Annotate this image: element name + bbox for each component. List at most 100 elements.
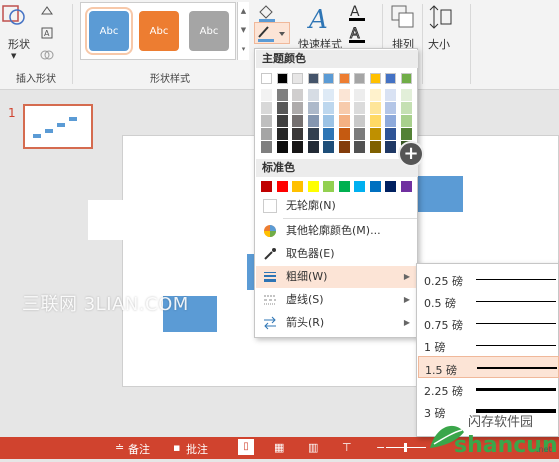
theme-shade-swatch[interactable] xyxy=(292,89,303,101)
shape-style-tile[interactable]: Abc xyxy=(139,11,179,51)
theme-color-swatch[interactable] xyxy=(338,73,350,84)
text-box-icon[interactable]: A xyxy=(40,26,54,40)
weight-option[interactable]: 1 磅 xyxy=(418,334,559,356)
slide-sorter-icon[interactable]: ▦ xyxy=(274,441,284,454)
theme-shade-swatch[interactable] xyxy=(261,89,272,101)
theme-shade-swatch[interactable] xyxy=(307,141,319,153)
theme-shade-swatch[interactable] xyxy=(292,115,303,127)
theme-shade-swatch[interactable] xyxy=(307,89,319,101)
theme-shade-swatch[interactable] xyxy=(369,128,381,140)
theme-shade-swatch[interactable] xyxy=(400,102,412,114)
comments-icon[interactable]: ▪ xyxy=(173,441,180,454)
theme-shade-swatch[interactable] xyxy=(338,128,350,140)
text-outline-icon[interactable]: A xyxy=(346,24,368,44)
theme-shade-swatch[interactable] xyxy=(338,115,350,127)
theme-color-swatch[interactable] xyxy=(385,73,396,84)
theme-shade-swatch[interactable] xyxy=(354,102,365,114)
gallery-scroll[interactable]: ▲ ▼ ▾ xyxy=(237,2,249,60)
weight-option[interactable]: 0.75 磅 xyxy=(418,312,559,334)
weight-option[interactable]: 1.5 磅 xyxy=(418,356,559,378)
theme-shade-swatch[interactable] xyxy=(385,115,396,127)
normal-view-icon[interactable]: ▯ xyxy=(238,439,254,455)
theme-shade-swatch[interactable] xyxy=(400,89,412,101)
standard-color-swatch[interactable] xyxy=(261,181,272,192)
reading-view-icon[interactable]: ▥ xyxy=(308,441,318,454)
standard-color-swatch[interactable] xyxy=(276,181,288,192)
theme-shade-swatch[interactable] xyxy=(292,141,303,153)
wordart-icon[interactable]: A xyxy=(305,2,337,35)
theme-color-swatch[interactable] xyxy=(307,73,319,84)
standard-color-swatch[interactable] xyxy=(385,181,396,192)
zoom-out-icon[interactable]: − xyxy=(376,441,385,454)
dashes-item[interactable]: 虚线(S) ▶ xyxy=(256,289,418,311)
standard-color-swatch[interactable] xyxy=(369,181,381,192)
theme-shade-swatch[interactable] xyxy=(385,141,396,153)
more-outline-colors-item[interactable]: 其他轮廓颜色(M)... xyxy=(256,220,418,242)
theme-shade-swatch[interactable] xyxy=(276,141,288,153)
size-icon[interactable] xyxy=(428,4,454,30)
theme-shade-swatch[interactable] xyxy=(276,102,288,114)
theme-shade-swatch[interactable] xyxy=(276,89,288,101)
notes-button[interactable]: 备注 xyxy=(128,441,150,457)
theme-color-swatch[interactable] xyxy=(292,73,303,84)
theme-shade-swatch[interactable] xyxy=(400,115,412,127)
theme-shade-swatch[interactable] xyxy=(338,102,350,114)
theme-shade-swatch[interactable] xyxy=(354,89,365,101)
theme-shade-swatch[interactable] xyxy=(385,102,396,114)
theme-shade-swatch[interactable] xyxy=(307,102,319,114)
eyedropper-item[interactable]: 取色器(E) xyxy=(256,243,418,265)
theme-shade-swatch[interactable] xyxy=(261,115,272,127)
standard-color-swatch[interactable] xyxy=(400,181,412,192)
weight-item[interactable]: 粗细(W) ▶ xyxy=(256,266,418,288)
no-outline-item[interactable]: 无轮廓(N) xyxy=(256,195,418,217)
theme-shade-swatch[interactable] xyxy=(400,128,412,140)
theme-shade-swatch[interactable] xyxy=(338,141,350,153)
theme-shade-swatch[interactable] xyxy=(369,141,381,153)
theme-shade-swatch[interactable] xyxy=(261,102,272,114)
slide-thumbnail[interactable] xyxy=(23,104,93,149)
theme-color-swatch[interactable] xyxy=(354,73,365,84)
theme-shade-swatch[interactable] xyxy=(369,89,381,101)
theme-color-swatch[interactable] xyxy=(261,73,272,84)
arrows-item[interactable]: 箭头(R) ▶ xyxy=(256,312,418,334)
merge-shapes-icon[interactable] xyxy=(40,48,54,62)
standard-color-swatch[interactable] xyxy=(323,181,334,192)
theme-shade-swatch[interactable] xyxy=(323,102,334,114)
theme-shade-swatch[interactable] xyxy=(307,115,319,127)
weight-option[interactable]: 2.25 磅 xyxy=(418,378,559,400)
theme-shade-swatch[interactable] xyxy=(323,141,334,153)
arrange-icon[interactable] xyxy=(390,4,416,30)
zoom-thumb[interactable] xyxy=(404,443,407,452)
shape-style-tile[interactable]: Abc xyxy=(189,11,229,51)
standard-color-swatch[interactable] xyxy=(354,181,365,192)
theme-shade-swatch[interactable] xyxy=(385,128,396,140)
theme-shade-swatch[interactable] xyxy=(261,128,272,140)
theme-shade-swatch[interactable] xyxy=(323,115,334,127)
weight-option[interactable]: 0.25 磅 xyxy=(418,268,559,290)
blue-rectangle[interactable] xyxy=(418,176,463,212)
theme-shade-swatch[interactable] xyxy=(292,128,303,140)
theme-color-swatch[interactable] xyxy=(276,73,288,84)
theme-shade-swatch[interactable] xyxy=(338,89,350,101)
standard-color-swatch[interactable] xyxy=(292,181,303,192)
theme-color-swatch[interactable] xyxy=(369,73,381,84)
theme-shade-swatch[interactable] xyxy=(354,128,365,140)
theme-shade-swatch[interactable] xyxy=(354,141,365,153)
size-button[interactable]: 大小 xyxy=(428,36,450,52)
theme-shade-swatch[interactable] xyxy=(323,128,334,140)
theme-color-swatch[interactable] xyxy=(323,73,334,84)
shapes-button[interactable]: 形状 xyxy=(8,36,30,52)
theme-shade-swatch[interactable] xyxy=(354,115,365,127)
weight-option[interactable]: 0.5 磅 xyxy=(418,290,559,312)
standard-color-swatch[interactable] xyxy=(338,181,350,192)
shapes-dropdown-arrow[interactable]: ▼ xyxy=(11,52,16,60)
theme-shade-swatch[interactable] xyxy=(307,128,319,140)
theme-shade-swatch[interactable] xyxy=(323,89,334,101)
standard-color-swatch[interactable] xyxy=(307,181,319,192)
theme-shade-swatch[interactable] xyxy=(369,115,381,127)
shape-style-tile[interactable]: Abc xyxy=(85,7,133,55)
edit-shape-icon[interactable] xyxy=(40,4,54,18)
shape-fill-icon[interactable] xyxy=(256,2,278,22)
shape-icon[interactable] xyxy=(2,2,28,28)
theme-shade-swatch[interactable] xyxy=(276,128,288,140)
